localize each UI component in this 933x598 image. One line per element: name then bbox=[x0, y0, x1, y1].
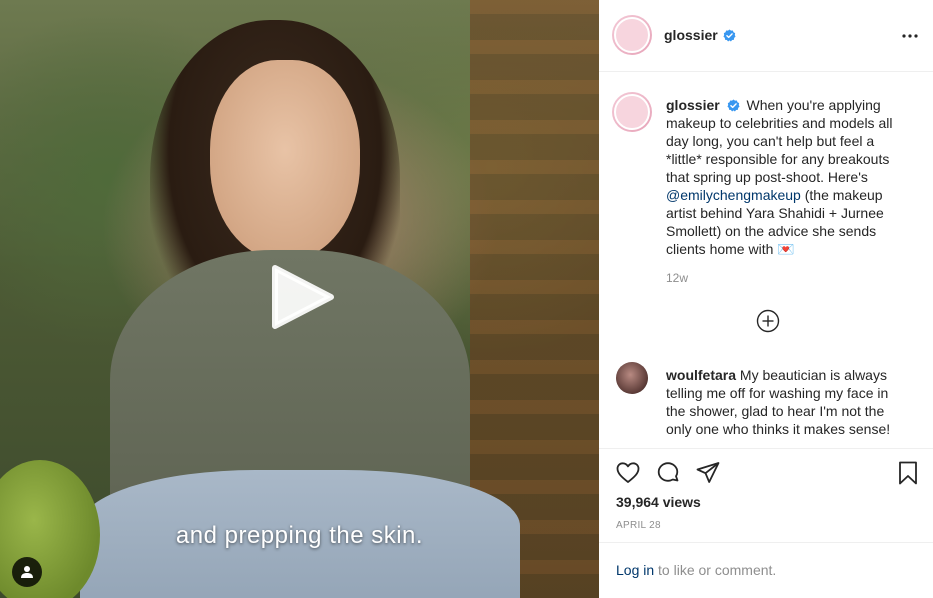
video-caption: and prepping the skin. bbox=[175, 522, 424, 549]
action-bar: 39,964 views APRIL 28 bbox=[599, 448, 933, 543]
commenter-username[interactable]: woulfetara bbox=[666, 367, 736, 383]
love-letter-emoji: 💌 bbox=[777, 241, 795, 257]
post-panel: glossier glossier When you're applying m… bbox=[599, 0, 933, 598]
user-tag-button[interactable] bbox=[12, 557, 42, 587]
bookmark-icon[interactable] bbox=[895, 460, 921, 486]
paper-plane-icon[interactable] bbox=[695, 460, 721, 486]
caption-mention-link[interactable]: @emilychengmakeup bbox=[666, 187, 801, 203]
more-options-icon[interactable] bbox=[901, 30, 919, 42]
load-more-comments-icon[interactable] bbox=[756, 309, 780, 333]
video-player[interactable]: and prepping the skin. bbox=[0, 0, 599, 598]
post-date[interactable]: APRIL 28 bbox=[616, 520, 661, 531]
login-prompt-text: to like or comment. bbox=[658, 562, 777, 578]
video-subject-face bbox=[210, 60, 360, 260]
user-tag-icon bbox=[21, 566, 33, 578]
avatar-image bbox=[614, 94, 650, 130]
comment-bubble-icon[interactable] bbox=[655, 460, 681, 486]
post-caption: glossier When you're applying makeup to … bbox=[666, 96, 906, 258]
post-author-avatar[interactable] bbox=[612, 92, 652, 132]
comment-item: woulfetara My beautician is always telli… bbox=[666, 366, 906, 438]
header-username[interactable]: glossier bbox=[664, 27, 718, 43]
comments-section[interactable]: glossier When you're applying makeup to … bbox=[599, 72, 933, 448]
login-prompt: Log in to like or comment. bbox=[616, 562, 776, 578]
post-timestamp[interactable]: 12w bbox=[666, 271, 688, 285]
play-icon[interactable] bbox=[267, 262, 337, 332]
account-avatar[interactable] bbox=[612, 15, 652, 55]
view-count[interactable]: 39,964 views bbox=[616, 494, 701, 510]
post-author-username[interactable]: glossier bbox=[666, 97, 720, 113]
login-link[interactable]: Log in bbox=[616, 562, 654, 578]
avatar-image bbox=[614, 17, 650, 53]
heart-icon[interactable] bbox=[615, 460, 641, 486]
verified-badge-icon bbox=[727, 99, 740, 112]
commenter-avatar[interactable] bbox=[616, 362, 648, 394]
verified-badge-icon bbox=[723, 29, 736, 42]
verified-badge bbox=[720, 27, 736, 45]
post-header: glossier bbox=[599, 0, 933, 72]
